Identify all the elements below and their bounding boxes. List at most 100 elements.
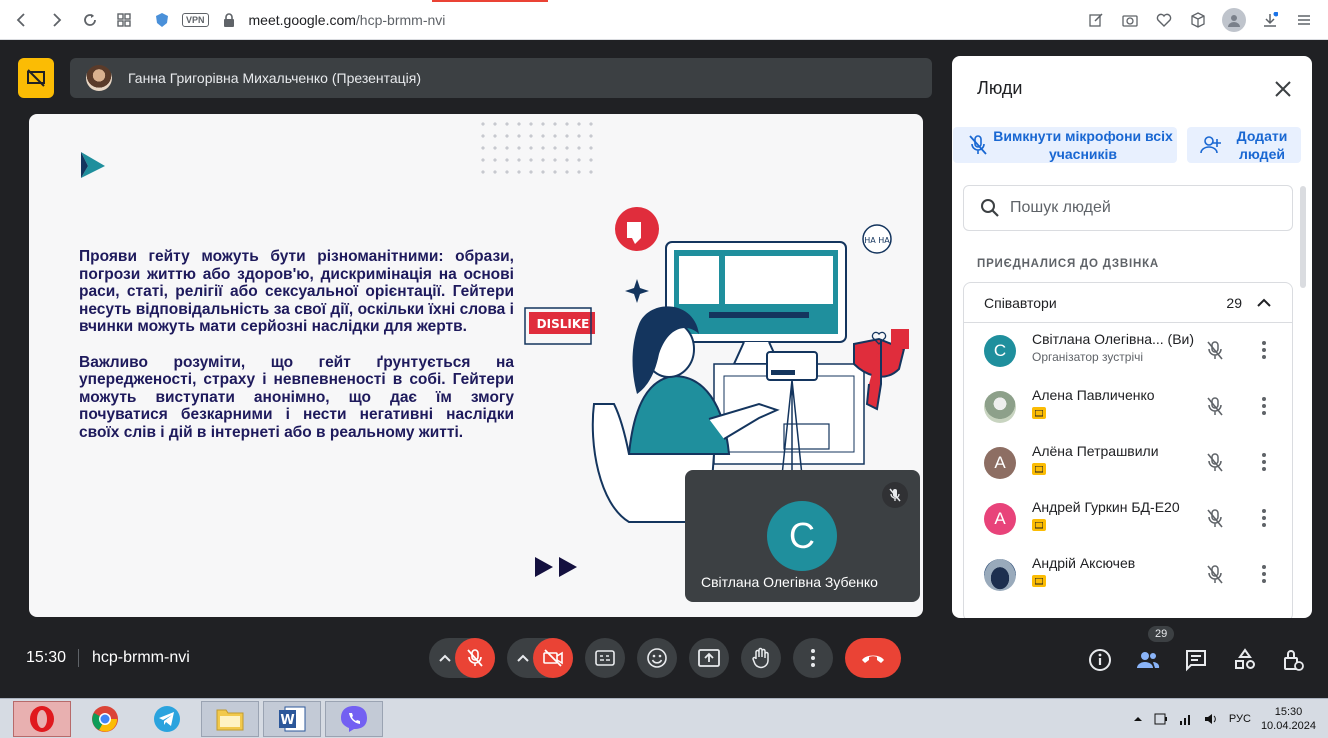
dot-pattern — [477, 118, 597, 174]
taskbar-word[interactable]: W — [263, 701, 321, 737]
address-bar[interactable]: meet.google.com/hcp-brmm-nvi — [249, 12, 446, 28]
close-icon[interactable] — [1272, 78, 1294, 100]
more-options-button[interactable] — [793, 638, 833, 678]
back-icon[interactable] — [12, 10, 32, 30]
more-options-icon[interactable] — [1258, 395, 1270, 417]
telegram-icon — [154, 706, 180, 732]
raise-hand-button[interactable] — [741, 638, 781, 678]
mic-off-icon[interactable] — [1204, 339, 1226, 361]
tray-arrow-icon[interactable] — [1133, 714, 1143, 724]
participant-name: Алёна Петрашвили — [1032, 443, 1159, 459]
mic-off-icon[interactable] — [1204, 395, 1226, 417]
activities-icon[interactable] — [1233, 648, 1257, 672]
presentation-badge — [1032, 575, 1046, 587]
camera-off-icon — [543, 649, 563, 667]
add-people-label: Додати людей — [1236, 128, 1288, 162]
avatar: А — [984, 503, 1016, 535]
meeting-time: 15:30 — [26, 649, 67, 666]
more-options-icon[interactable] — [1258, 507, 1270, 529]
lock-icon[interactable] — [219, 10, 239, 30]
mute-all-button[interactable]: Вимкнути мікрофони всіх учасників — [953, 127, 1177, 163]
clock-time: 15:30 — [1274, 706, 1303, 718]
more-options-icon[interactable] — [1258, 339, 1270, 361]
chevron-up-icon[interactable] — [1256, 298, 1272, 308]
word-icon: W — [279, 706, 306, 732]
clock[interactable]: 15:30 10.04.2024 — [1261, 705, 1316, 733]
more-options-icon[interactable] — [1258, 451, 1270, 473]
add-person-icon — [1200, 136, 1221, 154]
download-icon[interactable] — [1260, 10, 1280, 30]
search-input[interactable]: Пошук людей — [963, 185, 1293, 231]
avatar: А — [984, 447, 1016, 479]
participant-row[interactable]: Алена Павличенко — [964, 379, 1294, 435]
taskbar-explorer[interactable] — [201, 701, 259, 737]
shield-icon[interactable] — [152, 10, 172, 30]
participant-row[interactable]: Андрій Аксючев — [964, 547, 1294, 603]
taskbar-telegram[interactable] — [138, 701, 196, 737]
present-button[interactable] — [689, 638, 729, 678]
heart-icon[interactable] — [1154, 10, 1174, 30]
chevron-up-icon[interactable] — [437, 650, 453, 666]
participant-name: Алена Павличенко — [1032, 387, 1155, 403]
host-controls-icon[interactable] — [1281, 648, 1305, 672]
add-people-button[interactable]: Додати людей — [1187, 127, 1301, 163]
play-logo-icon — [81, 152, 105, 178]
camera-toggle-button[interactable] — [533, 638, 573, 678]
captions-button[interactable] — [585, 638, 625, 678]
presentation-toggle-button[interactable] — [18, 58, 54, 98]
mic-off-icon[interactable] — [1204, 451, 1226, 473]
more-options-icon[interactable] — [1258, 563, 1270, 585]
avatar — [984, 559, 1016, 591]
system-tray: РУС 15:30 10.04.2024 — [1133, 699, 1328, 738]
menu-icon[interactable] — [1294, 10, 1314, 30]
self-view-tile[interactable]: С Світлана Олегівна Зубенко — [685, 470, 920, 602]
mic-off-icon — [467, 649, 483, 667]
mic-toggle-button[interactable] — [455, 638, 495, 678]
speaker-icon[interactable] — [1203, 712, 1219, 726]
more-vert-icon — [811, 649, 815, 667]
group-header[interactable]: Співавтори 29 — [964, 283, 1292, 323]
search-icon — [981, 199, 999, 217]
reload-icon[interactable] — [80, 10, 100, 30]
info-icon[interactable] — [1088, 648, 1112, 672]
taskbar-chrome[interactable] — [76, 701, 134, 737]
mic-off-icon[interactable] — [1204, 563, 1226, 585]
fast-forward-icon — [535, 557, 577, 577]
emoji-button[interactable] — [637, 638, 677, 678]
chevron-up-icon[interactable] — [515, 650, 531, 666]
vpn-badge[interactable]: VPN — [182, 12, 209, 27]
mic-off-icon — [882, 482, 908, 508]
tabs-grid-icon[interactable] — [114, 10, 134, 30]
presentation-badge — [1032, 519, 1046, 531]
panel-scrollbar[interactable] — [1300, 186, 1306, 288]
chat-icon[interactable] — [1184, 648, 1208, 672]
participant-row[interactable]: А Андрей Гуркин БД-Е20 — [964, 491, 1294, 547]
hand-icon — [752, 647, 769, 669]
camera-icon[interactable] — [1120, 10, 1140, 30]
mic-off-icon — [969, 135, 987, 155]
self-avatar: С — [767, 501, 837, 571]
presenter-avatar — [86, 65, 112, 91]
participant-row[interactable]: С Світлана Олегівна... (Ви) Організатор … — [964, 323, 1294, 379]
forward-icon[interactable] — [46, 10, 66, 30]
power-icon[interactable] — [1153, 712, 1169, 726]
section-title: ПРИЄДНАЛИСЯ ДО ДЗВІНКА — [977, 258, 1160, 270]
slide-body-text: Прояви гейту можуть бути різноманітними:… — [79, 248, 514, 459]
taskbar-viber[interactable] — [325, 701, 383, 737]
network-icon[interactable] — [1179, 712, 1193, 726]
bubble-text: HA HA — [864, 236, 890, 245]
participant-row[interactable]: А Алёна Петрашвили — [964, 435, 1294, 491]
profile-icon[interactable] — [1222, 8, 1246, 32]
emoji-icon — [647, 648, 667, 668]
leave-call-button[interactable] — [845, 638, 901, 678]
box-icon[interactable] — [1188, 10, 1208, 30]
group-name: Співавтори — [984, 294, 1057, 311]
mic-off-icon[interactable] — [1204, 507, 1226, 529]
taskbar-opera[interactable] — [13, 701, 71, 737]
participant-name: Андрій Аксючев — [1032, 555, 1136, 571]
people-icon[interactable] — [1136, 648, 1160, 672]
edit-icon[interactable] — [1086, 10, 1106, 30]
presentation-badge — [1032, 463, 1046, 475]
language-indicator[interactable]: РУС — [1229, 713, 1251, 725]
mute-all-label: Вимкнути мікрофони всіх учасників — [993, 128, 1173, 162]
